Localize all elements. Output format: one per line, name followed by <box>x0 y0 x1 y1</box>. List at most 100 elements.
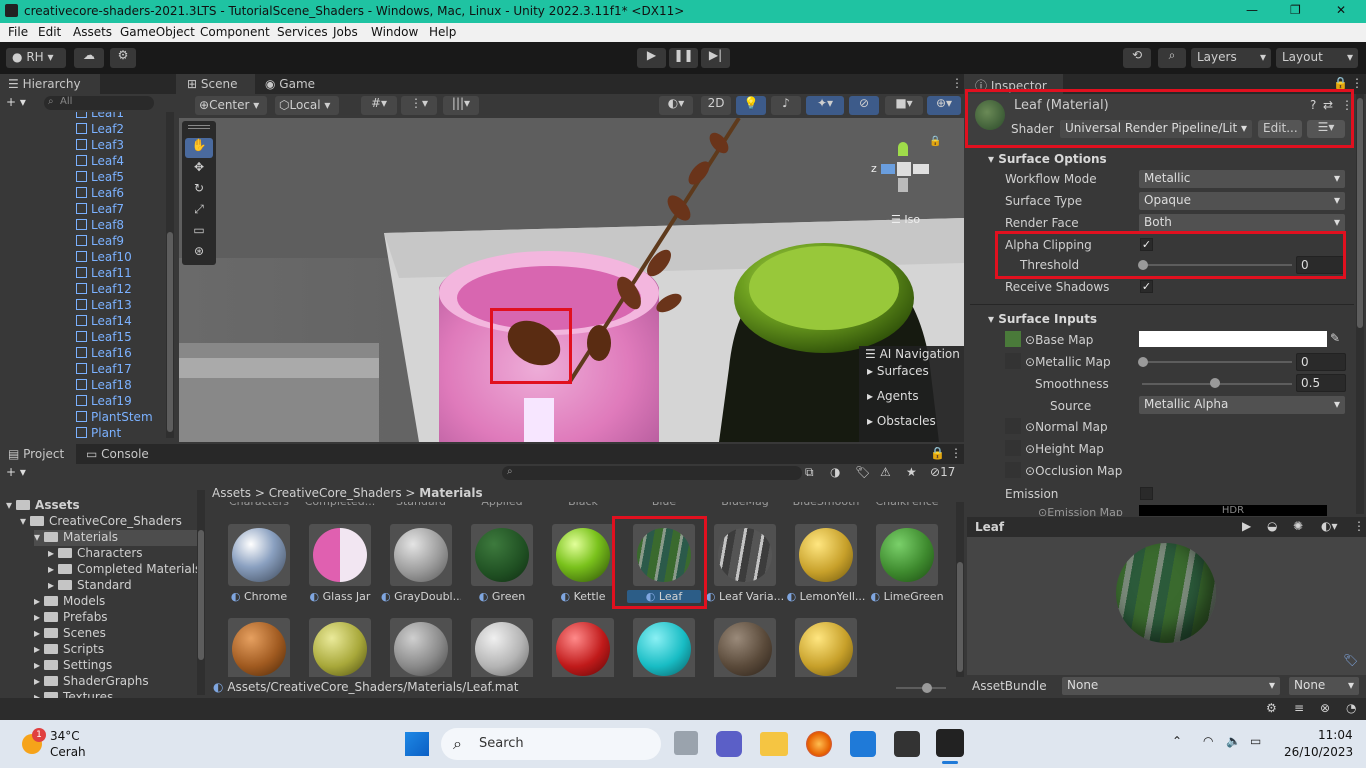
scene-more-icon[interactable]: ⋮ <box>951 76 963 90</box>
project-tree-item[interactable]: ▸ Models <box>34 594 105 610</box>
tree-expand-arrow-icon[interactable]: ▾ <box>20 514 26 528</box>
cloud-button[interactable]: ☁ <box>74 48 104 68</box>
unity-editor-icon[interactable] <box>936 729 964 757</box>
tab-project[interactable]: ▤ Project <box>0 444 76 464</box>
tab-hierarchy[interactable]: ☰ Hierarchy <box>0 74 100 94</box>
asset-label-cut[interactable]: BlueSmooth <box>786 502 866 508</box>
hierarchy-item[interactable]: Leaf10 <box>76 250 132 266</box>
hierarchy-search[interactable]: ⌕ All <box>44 96 154 110</box>
layers-dropdown[interactable]: Layers ▾ <box>1191 48 1271 68</box>
project-tree-item[interactable]: ▸ Textures <box>34 690 113 698</box>
assetbundle-variant-dropdown[interactable]: None <box>1289 677 1359 695</box>
space-dropdown[interactable]: ⬡Local ▾ <box>275 96 339 115</box>
rotate-tool-icon[interactable]: ↻ <box>185 181 213 201</box>
project-tree-item[interactable]: ▸ Scripts <box>34 642 104 658</box>
project-tree-scrollbar[interactable] <box>197 490 205 695</box>
hierarchy-item[interactable]: Leaf6 <box>76 186 124 202</box>
search-button[interactable]: ⌕ <box>1158 48 1186 68</box>
surface-options-header[interactable]: ▾ Surface Options <box>988 152 1107 166</box>
hierarchy-item[interactable]: Leaf19 <box>76 394 132 410</box>
firefox-icon[interactable] <box>806 731 832 757</box>
hierarchy-item[interactable]: Leaf12 <box>76 282 132 298</box>
hidden-objects-toggle[interactable]: ⊘ <box>849 96 879 115</box>
volume-icon[interactable]: 🔈 <box>1226 734 1241 748</box>
breadcrumb-materials[interactable]: Materials <box>419 486 482 500</box>
transform-tool-icon[interactable]: ⊛ <box>185 244 213 264</box>
material-thumbnail-tile[interactable] <box>714 618 776 677</box>
asset-label-cut[interactable]: BlueMag <box>705 502 785 508</box>
scale-tool-icon[interactable]: ⤢ <box>185 202 213 222</box>
ai-nav-obstacles[interactable]: ▸ Obstacles <box>867 414 936 428</box>
hierarchy-item[interactable]: Leaf14 <box>76 314 132 330</box>
asset-label-cut[interactable]: Characters <box>219 502 299 508</box>
hierarchy-item[interactable]: Leaf5 <box>76 170 124 186</box>
material-label[interactable]: ◐ Glass Jar <box>300 590 380 603</box>
tab-scene[interactable]: ⊞ Scene <box>179 74 255 94</box>
surface-inputs-header[interactable]: ▾ Surface Inputs <box>988 312 1097 326</box>
project-tree-item[interactable]: ▸ Completed Materials <box>48 562 201 578</box>
material-thumbnail-tile[interactable] <box>309 524 371 586</box>
toggle-2d-button[interactable]: 2D <box>701 96 731 115</box>
hierarchy-item[interactable]: Leaf1 <box>76 112 124 122</box>
material-label[interactable]: ◐ Leaf Varia... <box>705 590 785 603</box>
menu-gameobject[interactable]: GameObject <box>120 25 195 39</box>
menu-component[interactable]: Component <box>200 25 270 39</box>
material-preview[interactable]: 🏷 <box>967 537 1366 675</box>
material-thumbnail-tile[interactable] <box>390 524 452 586</box>
surface-type-dropdown[interactable]: Opaque <box>1139 192 1345 210</box>
material-thumbnail-tile[interactable] <box>309 618 371 677</box>
project-tree-item[interactable]: ▸ Scenes <box>34 626 106 642</box>
material-thumbnail-tile[interactable] <box>552 618 614 677</box>
hierarchy-item[interactable]: Leaf3 <box>76 138 124 154</box>
minimize-button[interactable]: — <box>1246 3 1258 17</box>
smoothness-input[interactable]: 0.5 <box>1296 374 1346 392</box>
ruler-button[interactable]: |||▾ <box>443 96 479 115</box>
tree-expand-arrow-icon[interactable]: ▸ <box>48 562 54 576</box>
move-tool-icon[interactable]: ✥ <box>185 160 213 180</box>
material-thumbnail-tile[interactable] <box>795 524 857 586</box>
iso-label[interactable]: ☰ Iso <box>891 213 920 226</box>
console-toggle-icon[interactable]: ⚙ <box>1266 701 1277 715</box>
show-hidden-icons[interactable]: ⌃ <box>1172 734 1182 748</box>
thumbnail-size-slider[interactable] <box>896 687 946 689</box>
emission-color-field[interactable]: HDR <box>1139 505 1327 516</box>
material-thumbnail-tile[interactable] <box>795 618 857 677</box>
rect-tool-icon[interactable]: ▭ <box>185 223 213 243</box>
asset-label-cut[interactable]: Completed... <box>300 502 380 508</box>
material-thumbnail-tile[interactable] <box>552 524 614 586</box>
hierarchy-item[interactable]: Leaf4 <box>76 154 124 170</box>
asset-label-cut[interactable]: ChalkFence <box>867 502 947 508</box>
receive-shadows-checkbox[interactable]: ✓ <box>1140 280 1153 293</box>
add-object-button[interactable]: + ▾ <box>6 95 26 109</box>
lighting-toggle[interactable]: 💡 <box>736 96 766 115</box>
base-map-color-field[interactable] <box>1139 331 1327 347</box>
close-button[interactable]: ✕ <box>1336 3 1346 17</box>
layout-dropdown[interactable]: Layout ▾ <box>1276 48 1358 68</box>
menu-window[interactable]: Window <box>371 25 418 39</box>
tree-expand-arrow-icon[interactable]: ▸ <box>34 626 40 640</box>
snap-increment-button[interactable]: ⋮▾ <box>401 96 437 115</box>
project-tree-item[interactable]: ▸ Standard <box>48 578 132 594</box>
metallic-slider[interactable] <box>1142 361 1292 363</box>
material-thumbnail-tile[interactable] <box>633 618 695 677</box>
hierarchy-item[interactable]: Leaf7 <box>76 202 124 218</box>
menu-assets[interactable]: Assets <box>73 25 112 39</box>
project-tree-item[interactable]: ▾ Materials <box>34 530 197 546</box>
battery-icon[interactable]: ▭ <box>1250 734 1261 748</box>
assetbundle-dropdown[interactable]: None <box>1062 677 1280 695</box>
material-label[interactable]: ◐ Chrome <box>219 590 299 603</box>
gizmo-lock-icon[interactable]: 🔒 <box>929 136 941 147</box>
material-thumbnail-tile[interactable] <box>228 524 290 586</box>
tree-expand-arrow-icon[interactable]: ▾ <box>6 498 12 512</box>
pivot-dropdown[interactable]: ⊕Center ▾ <box>195 96 267 115</box>
smoothness-slider-knob[interactable] <box>1210 378 1220 388</box>
hierarchy-item[interactable]: Leaf9 <box>76 234 124 250</box>
tree-expand-arrow-icon[interactable]: ▸ <box>34 594 40 608</box>
menu-jobs[interactable]: Jobs <box>333 25 358 39</box>
vscode-icon[interactable] <box>850 731 876 757</box>
hierarchy-item[interactable]: Plant <box>76 426 121 442</box>
gizmos-button[interactable]: ⊕▾ <box>927 96 961 115</box>
start-button[interactable] <box>405 732 429 756</box>
tree-expand-arrow-icon[interactable]: ▸ <box>34 674 40 688</box>
progress-icon[interactable]: ◔ <box>1346 701 1356 715</box>
